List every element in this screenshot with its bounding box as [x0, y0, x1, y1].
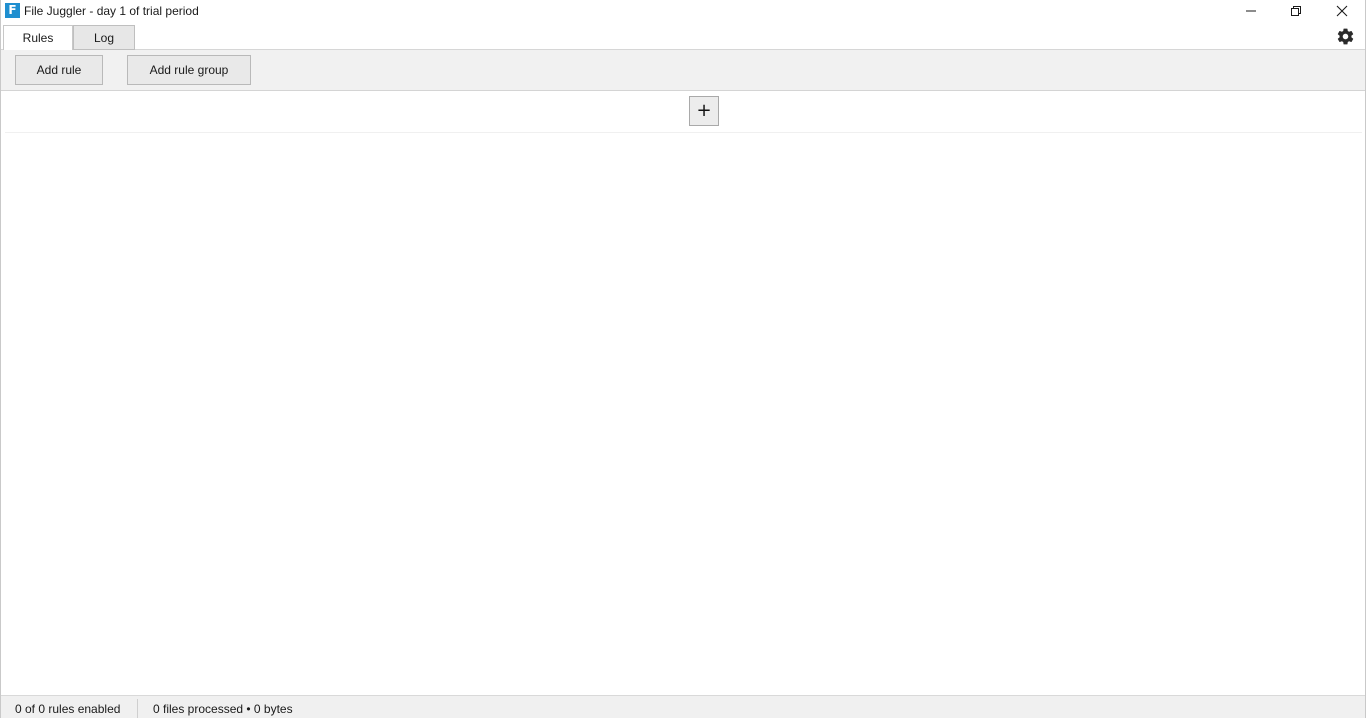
tab-rules[interactable]: Rules: [3, 25, 73, 51]
add-rule-group-button[interactable]: Add rule group: [127, 55, 251, 85]
minimize-button[interactable]: [1228, 0, 1274, 22]
settings-button[interactable]: [1335, 26, 1355, 46]
status-divider: [137, 699, 138, 718]
gear-icon: [1337, 28, 1353, 44]
add-row: +: [5, 91, 1362, 133]
status-bar: 0 of 0 rules enabled 0 files processed •…: [1, 695, 1365, 718]
add-rule-button[interactable]: Add rule: [15, 55, 103, 85]
add-item-button[interactable]: +: [689, 96, 719, 126]
restore-button[interactable]: [1273, 0, 1319, 22]
close-icon: [1336, 5, 1348, 17]
minimize-icon: [1246, 10, 1256, 12]
close-button[interactable]: [1319, 0, 1365, 22]
tab-bar: Rules Log: [1, 22, 1365, 51]
window-title: File Juggler - day 1 of trial period: [24, 4, 199, 18]
app-logo-icon: F: [5, 3, 20, 18]
rules-enabled-status: 0 of 0 rules enabled: [15, 702, 121, 716]
tab-log[interactable]: Log: [73, 25, 135, 50]
toolbar: Add rule Add rule group: [1, 50, 1365, 91]
restore-icon: [1291, 6, 1301, 16]
app-window: F File Juggler - day 1 of trial period R…: [0, 0, 1366, 718]
files-processed-status: 0 files processed • 0 bytes: [153, 702, 293, 716]
rules-list: +: [5, 91, 1362, 695]
title-bar[interactable]: F File Juggler - day 1 of trial period: [1, 0, 1365, 22]
